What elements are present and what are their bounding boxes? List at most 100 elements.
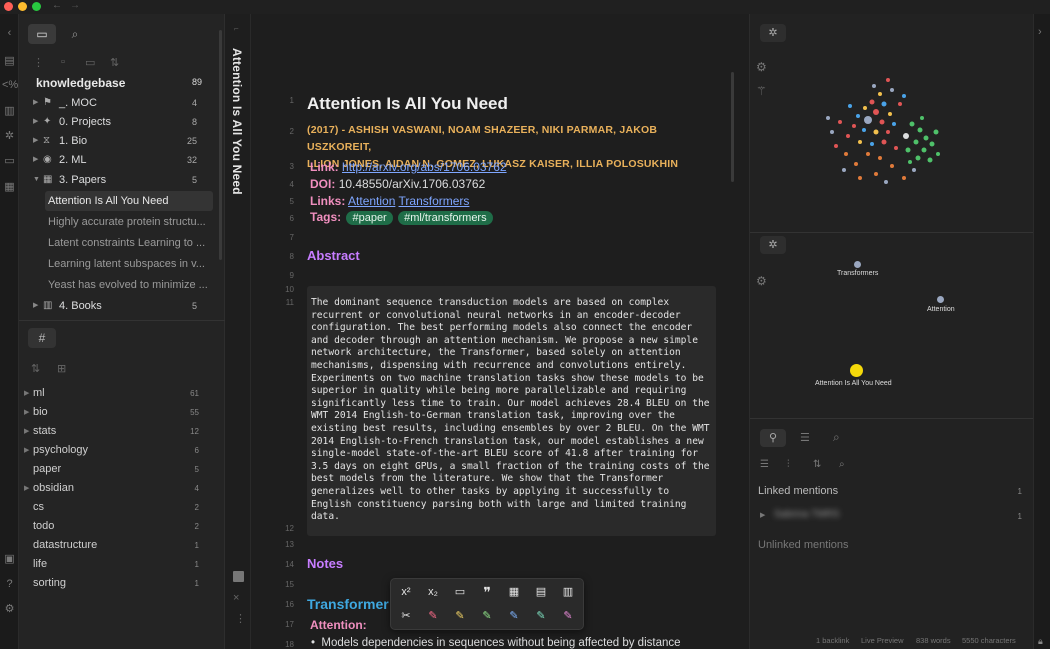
file-attention-is-all-you-need[interactable]: Attention Is All You Need [45, 191, 213, 211]
file-settings-icon[interactable]: ▤ [530, 582, 552, 602]
tag-cs[interactable]: cs 2 [19, 498, 219, 517]
new-note-icon[interactable]: ⋮ [33, 56, 44, 69]
tag-sorting[interactable]: sorting 1 [19, 574, 219, 593]
canvas-icon[interactable]: ▭ [2, 154, 17, 169]
note-title[interactable]: Attention Is All You Need [307, 94, 508, 114]
plugins-icon[interactable]: ▦ [2, 180, 17, 195]
more-options-icon[interactable]: ⋮ [235, 612, 246, 625]
document-icon[interactable]: ▥ [557, 582, 579, 602]
lock-icon[interactable]: 🔒︎ [1038, 636, 1043, 647]
attention-label[interactable]: Attention: [310, 618, 367, 632]
back-arrow-icon[interactable]: ← [52, 0, 62, 11]
links-property[interactable]: Links: Attention Transformers [310, 194, 469, 208]
unlinked-mentions-title[interactable]: Unlinked mentions [758, 539, 849, 551]
graph-view-icon[interactable]: ✲ [760, 24, 786, 42]
subscript-button[interactable]: x₂ [422, 582, 444, 602]
forward-arrow-icon[interactable]: → [70, 0, 80, 11]
list-icon[interactable]: ☰ [760, 459, 769, 470]
folder-papers[interactable]: ▼ ▦ 3. Papers 5 [19, 170, 219, 190]
tag-psychology[interactable]: ▶ psychology 6 [19, 441, 219, 460]
maximize-window-button[interactable] [32, 2, 41, 11]
tag-datastructure[interactable]: datastructure 1 [19, 536, 219, 555]
tab-close-icon[interactable]: ⌐ [234, 24, 239, 33]
graph-node-transformers[interactable] [854, 261, 861, 268]
quote-button[interactable]: ❞ [476, 582, 498, 602]
status-mode[interactable]: Live Preview [861, 636, 904, 645]
superscript-button[interactable]: x² [395, 582, 417, 602]
pen-red-icon[interactable]: ✎ [422, 606, 444, 626]
tag-hierarchy-icon[interactable]: ⊞ [57, 362, 66, 375]
linked-mentions-title[interactable]: Linked mentions [758, 485, 838, 497]
vertical-note-title[interactable]: Attention Is All You Need [230, 48, 244, 195]
new-folder-icon[interactable]: ▭ [85, 56, 95, 69]
chevron-right-icon[interactable]: ▶ [760, 511, 765, 519]
tag-life[interactable]: life 1 [19, 555, 219, 574]
templates-icon[interactable]: <% [2, 78, 18, 93]
sort-icon[interactable]: ⇅ [813, 459, 821, 470]
graph-node-cluster[interactable] [826, 78, 940, 184]
folder-ml[interactable]: ▶ ◉ 2. ML 32 [19, 150, 219, 170]
vault-name[interactable]: knowledgebase [36, 76, 125, 90]
tag-obsidian[interactable]: ▶ obsidian 4 [19, 479, 219, 498]
abstract-code-block[interactable]: The dominant sequence transduction model… [307, 286, 716, 536]
table-icon[interactable]: ▦ [503, 582, 525, 602]
note-editor[interactable]: 1 Attention Is All You Need 2 (2017) - A… [251, 14, 750, 649]
doi-property[interactable]: DOI: 10.48550/arXiv.1706.03762 [310, 177, 485, 191]
filter-search-icon[interactable]: ⌕ [839, 459, 845, 470]
search-tab[interactable]: ⌕ [61, 24, 89, 44]
tags-tab[interactable]: # [28, 328, 56, 348]
tag-stats[interactable]: ▶ stats 12 [19, 422, 219, 441]
folder-projects[interactable]: ▶ ✦ 0. Projects 8 [19, 112, 219, 132]
status-backlinks[interactable]: 1 backlink [816, 636, 849, 645]
pen-pink-icon[interactable]: ✎ [557, 606, 579, 626]
tag-paper[interactable]: paper 5 [19, 460, 219, 479]
attention-link[interactable]: Attention [348, 194, 395, 208]
vault-icon[interactable]: ▣ [2, 552, 17, 567]
tag-paper-pill[interactable]: #paper [346, 211, 393, 225]
graph-settings-icon[interactable]: ⚙ [756, 60, 767, 74]
collapse-icon[interactable]: ⫶ [787, 459, 790, 470]
file-yeast[interactable]: Yeast has evolved to minimize ... [45, 275, 213, 295]
file-latent-subspaces[interactable]: Learning latent subspaces in v... [45, 254, 213, 274]
pen-teal-icon[interactable]: ✎ [530, 606, 552, 626]
pen-yellow-icon[interactable]: ✎ [449, 606, 471, 626]
transformers-link[interactable]: Transformers [399, 194, 470, 208]
tags-property[interactable]: Tags: #paper #ml/transformers [310, 210, 493, 225]
collapse-sidebar-icon[interactable]: ‹ [2, 26, 17, 41]
files-icon[interactable]: ▤ [2, 54, 17, 69]
tag-ml-transformers-pill[interactable]: #ml/transformers [398, 211, 493, 225]
backlinks-tab[interactable]: ⚲ [760, 429, 786, 447]
daily-note-icon[interactable]: ▥ [2, 104, 17, 119]
new-file-icon[interactable]: ▫ [61, 56, 65, 68]
graph-icon[interactable]: ✲ [2, 129, 17, 144]
scissors-icon[interactable]: ✂ [395, 606, 417, 626]
folder-moc[interactable]: ▶ ⚑ _. MOC 4 [19, 93, 219, 113]
local-graph-icon[interactable]: ✲ [760, 236, 786, 254]
global-graph-canvas[interactable] [820, 74, 950, 194]
transformer-heading[interactable]: Transformer [307, 596, 389, 612]
backlink-item[interactable]: Sabrina TMRS [774, 509, 839, 520]
pen-green-icon[interactable]: ✎ [476, 606, 498, 626]
sort-icon[interactable]: ⇅ [110, 56, 119, 69]
pen-blue-icon[interactable]: ✎ [503, 606, 525, 626]
tag-todo[interactable]: todo 2 [19, 517, 219, 536]
stacked-tab-strip[interactable]: ⌐ Attention Is All You Need × ⋮ [225, 14, 251, 649]
search-icon[interactable]: ⌕ [833, 430, 840, 445]
link-property[interactable]: Link: http://arxiv.org/abs/1706.03762 [310, 160, 507, 174]
help-icon[interactable]: ? [2, 577, 17, 592]
square-icon[interactable] [233, 571, 244, 582]
bullet-item[interactable]: • Models dependencies in sequences witho… [311, 637, 681, 649]
graph-node-attention[interactable] [937, 296, 944, 303]
notes-heading[interactable]: Notes [307, 556, 343, 571]
local-graph-settings-icon[interactable]: ⚙ [756, 274, 767, 288]
sidebar-scrollbar[interactable] [219, 30, 222, 260]
minimize-window-button[interactable] [18, 2, 27, 11]
folder-books[interactable]: ▶ ▥ 4. Books 5 [19, 296, 219, 316]
close-icon[interactable]: × [233, 592, 239, 604]
tag-ml[interactable]: ▶ ml 61 [19, 384, 219, 403]
sort-tags-icon[interactable]: ⇅ [31, 362, 40, 375]
close-window-button[interactable] [4, 2, 13, 11]
folder-bio[interactable]: ▶ ⧖ 1. Bio 25 [19, 131, 219, 151]
file-protein-structure[interactable]: Highly accurate protein structu... [45, 212, 213, 232]
graph-node-current-note[interactable] [850, 364, 863, 377]
